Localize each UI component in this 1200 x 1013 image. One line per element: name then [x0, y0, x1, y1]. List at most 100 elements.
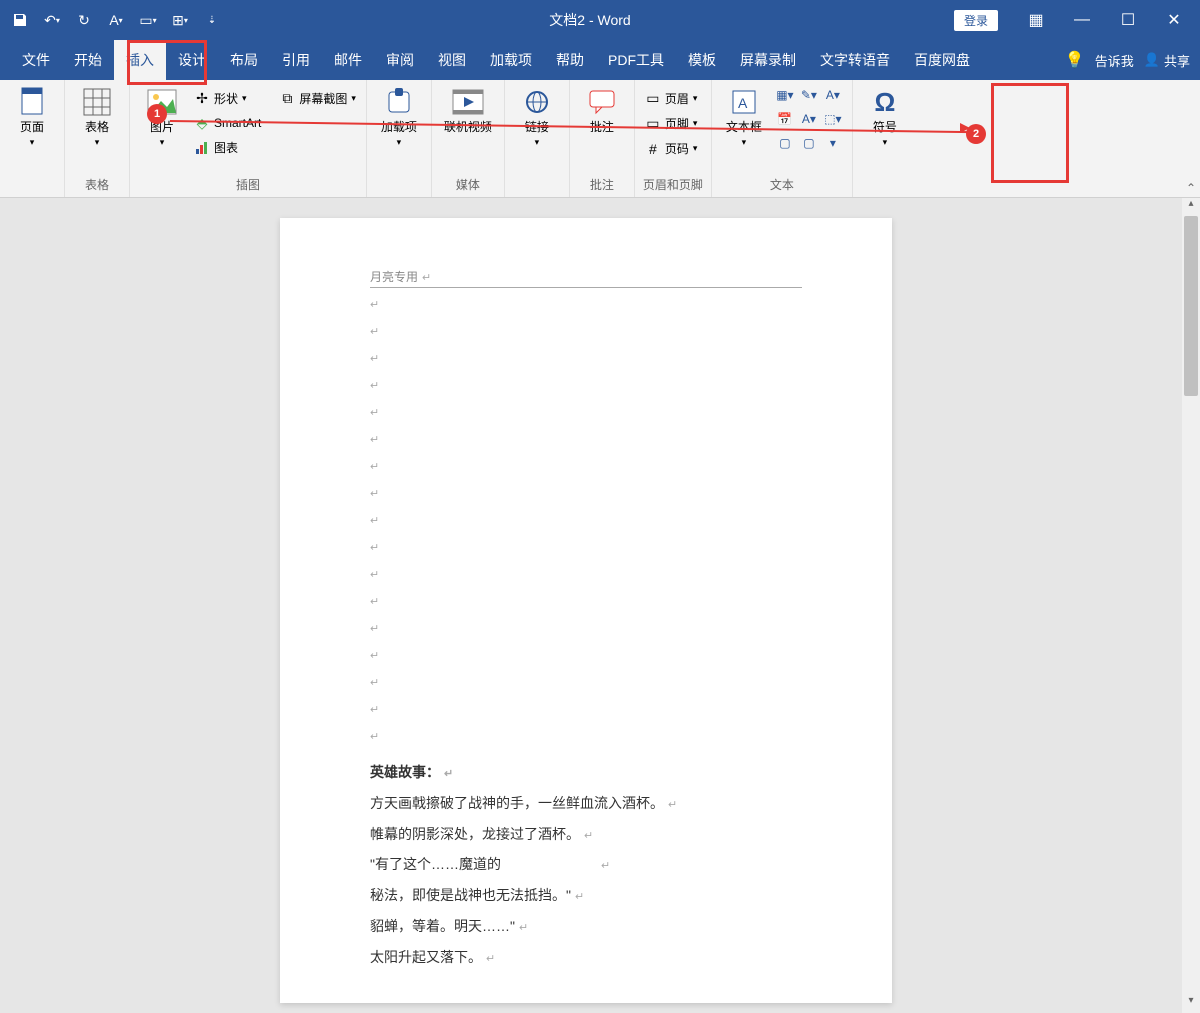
tab-file[interactable]: 文件 [10, 40, 62, 80]
document-workspace[interactable]: 月亮专用 英雄故事： 方天画戟擦破了战神的手，一丝鲜血流入酒杯。 帷幕的阴影深处… [0, 198, 1200, 1013]
layout-qat-icon[interactable]: ▭▾ [134, 6, 162, 34]
annotation-callout-2: 2 [966, 124, 986, 144]
scroll-down-icon[interactable]: ▾ [1182, 995, 1200, 1013]
empty-line [370, 649, 802, 676]
text-misc3-icon[interactable]: ▾ [822, 132, 844, 154]
lightbulb-icon[interactable]: 💡 [1065, 50, 1085, 70]
quick-parts-icon[interactable]: ▦▾ [774, 84, 796, 106]
group-symbols: Ω 符号▾ [853, 80, 917, 197]
save-icon[interactable] [6, 6, 34, 34]
page-icon [16, 86, 48, 118]
table-icon [81, 86, 113, 118]
group-addins-label [375, 177, 423, 195]
page-number-button[interactable]: #页码 ▾ [643, 138, 700, 159]
annotation-callout-1: 1 [147, 104, 167, 124]
empty-line [370, 676, 802, 703]
empty-line [370, 730, 802, 757]
online-video-button[interactable]: 联机视频 [440, 84, 496, 136]
tab-review[interactable]: 审阅 [374, 40, 426, 80]
collapse-ribbon-icon[interactable]: ⌃ [1186, 181, 1196, 195]
empty-line [370, 622, 802, 649]
ribbon-tabs: 文件 开始 插入 设计 布局 引用 邮件 审阅 视图 加载项 帮助 PDF工具 … [0, 40, 1200, 80]
group-addins: 加载项▾ [367, 80, 432, 197]
table-button[interactable]: 表格▾ [73, 84, 121, 151]
group-tables: 表格▾ 表格 [65, 80, 130, 197]
text-misc1-icon[interactable]: ▢ [774, 132, 796, 154]
omega-icon: Ω [869, 86, 901, 118]
tab-view[interactable]: 视图 [426, 40, 478, 80]
empty-line [370, 487, 802, 514]
tab-insert[interactable]: 插入 [114, 40, 166, 80]
empty-line [370, 325, 802, 352]
group-hf-label: 页眉和页脚 [643, 174, 703, 195]
minimize-icon[interactable]: — [1062, 6, 1102, 34]
page-header-text: 月亮专用 [370, 268, 802, 288]
tab-mailings[interactable]: 邮件 [322, 40, 374, 80]
header-button[interactable]: ▭页眉 ▾ [643, 88, 700, 109]
wordart-icon[interactable]: A▾ [822, 84, 844, 106]
scroll-up-icon[interactable]: ▴ [1182, 198, 1200, 216]
footer-button[interactable]: ▭页脚 ▾ [643, 113, 700, 134]
share-icon: 👤 [1144, 52, 1160, 68]
doc-p1: 方天画戟擦破了战神的手，一丝鲜血流入酒杯。 [370, 788, 802, 819]
group-media: 联机视频 媒体 [432, 80, 505, 197]
chart-button[interactable]: 图表 [192, 137, 263, 158]
tab-baidu[interactable]: 百度网盘 [902, 40, 982, 80]
symbol-button[interactable]: Ω 符号▾ [861, 84, 909, 151]
title-bar: ↶▾ ↻ A▾ ▭▾ ⊞▾ ⇣ 文档2 - Word 登录 ▦ — ☐ ✕ [0, 0, 1200, 40]
login-button[interactable]: 登录 [954, 10, 998, 31]
ribbon-display-icon[interactable]: ▦ [1016, 6, 1056, 34]
footer-icon: ▭ [645, 116, 661, 132]
redo-icon[interactable]: ↻ [70, 6, 98, 34]
textbox-button[interactable]: A 文本框▾ [720, 84, 768, 151]
signature-icon[interactable]: ✎▾ [798, 84, 820, 106]
tab-tts[interactable]: 文字转语音 [808, 40, 902, 80]
dropcap-icon[interactable]: A▾ [798, 108, 820, 130]
date-icon[interactable]: 📅 [774, 108, 796, 130]
group-comments-label: 批注 [578, 174, 626, 195]
close-icon[interactable]: ✕ [1154, 6, 1194, 34]
share-button[interactable]: 👤 共享 [1144, 51, 1190, 70]
scroll-thumb[interactable] [1184, 216, 1198, 396]
empty-line [370, 379, 802, 406]
tab-help[interactable]: 帮助 [544, 40, 596, 80]
font-style-icon[interactable]: A▾ [102, 6, 130, 34]
doc-p5: 貂蝉，等着。明天……" [370, 911, 802, 942]
group-illustrations-label: 插图 [138, 174, 358, 195]
document-page[interactable]: 月亮专用 英雄故事： 方天画戟擦破了战神的手，一丝鲜血流入酒杯。 帷幕的阴影深处… [280, 218, 892, 1003]
qat-overflow-icon[interactable]: ⇣ [198, 6, 226, 34]
tab-pdf[interactable]: PDF工具 [596, 40, 676, 80]
link-button[interactable]: 链接▾ [513, 84, 561, 151]
group-tables-label: 表格 [73, 174, 121, 195]
undo-icon[interactable]: ↶▾ [38, 6, 66, 34]
chart-icon [194, 140, 210, 156]
new-doc-icon[interactable]: ⊞▾ [166, 6, 194, 34]
empty-line [370, 568, 802, 595]
tell-me-label[interactable]: 告诉我 [1095, 51, 1134, 70]
empty-line [370, 514, 802, 541]
window-controls: 登录 ▦ — ☐ ✕ [954, 6, 1194, 34]
object-icon[interactable]: ⬚▾ [822, 108, 844, 130]
tab-addins[interactable]: 加载项 [478, 40, 544, 80]
vertical-scrollbar[interactable]: ▴ ▾ [1182, 198, 1200, 1013]
tab-design[interactable]: 设计 [166, 40, 218, 80]
screenshot-button[interactable]: ⧉屏幕截图 ▾ [277, 88, 358, 109]
tab-record[interactable]: 屏幕录制 [728, 40, 808, 80]
share-label: 共享 [1164, 51, 1190, 70]
tab-template[interactable]: 模板 [676, 40, 728, 80]
addins-button[interactable]: 加载项▾ [375, 84, 423, 151]
group-symbols-label [861, 177, 909, 195]
shapes-button[interactable]: ✢形状 ▾ [192, 88, 263, 109]
empty-line [370, 460, 802, 487]
tab-layout[interactable]: 布局 [218, 40, 270, 80]
comment-icon [586, 86, 618, 118]
group-comments: 批注 批注 [570, 80, 635, 197]
tab-references[interactable]: 引用 [270, 40, 322, 80]
maximize-icon[interactable]: ☐ [1108, 6, 1148, 34]
text-misc2-icon[interactable]: ▢ [798, 132, 820, 154]
tab-home[interactable]: 开始 [62, 40, 114, 80]
video-icon [452, 86, 484, 118]
page-button[interactable]: 页面▾ [8, 84, 56, 151]
group-illustrations: 图片▾ ✢形状 ▾ ⬘SmartArt 图表 ⧉屏幕截图 ▾ 插图 [130, 80, 367, 197]
doc-p3: "有了这个……魔道的↵ [370, 849, 802, 880]
